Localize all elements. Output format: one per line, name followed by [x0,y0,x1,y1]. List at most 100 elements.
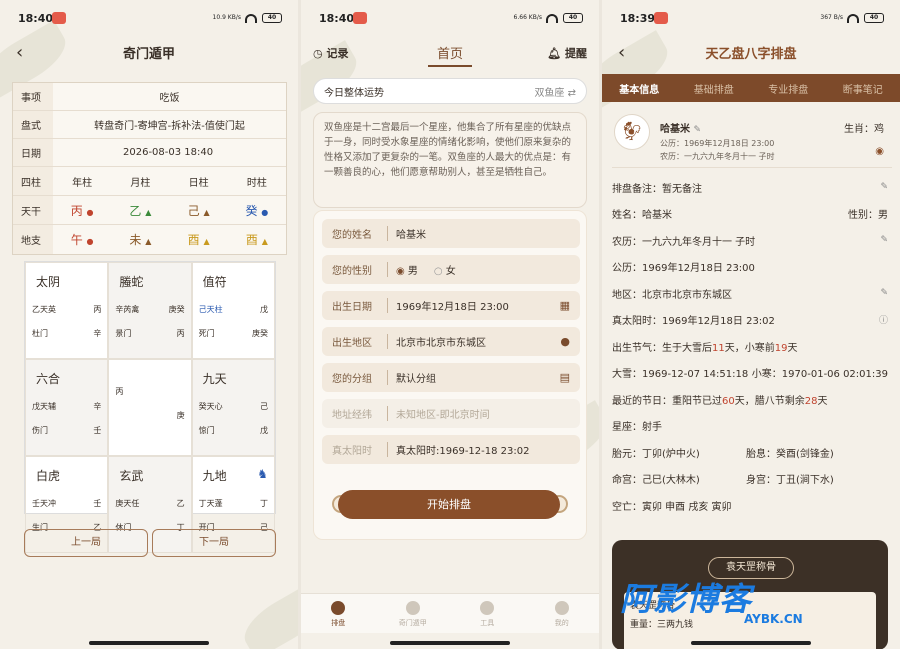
list-item: 农历：一九六九年冬月十一 子时 ✎ [612,227,892,254]
eye-icon[interactable]: ◉ [875,146,884,157]
palace-stem: 辛 [93,402,102,411]
tiangan-cell: 己 ▲ [170,202,228,219]
nav-tools[interactable]: 工具 [450,594,525,633]
palace-door: 惊门 [198,426,215,435]
daxue-row: 大雪：1969-12-07 14:51:18 [612,369,749,381]
solar-row: 真太阳时：1969年12月18日 23:02 [612,316,775,328]
term-days: 19 [774,342,788,354]
dizhi-cell: 午 ● [53,231,111,248]
row-key: 日期 [13,139,53,166]
next-button[interactable]: 下一局 [152,529,276,557]
home-indicator[interactable] [89,641,209,645]
wifi-icon [245,13,257,23]
nav-paipan[interactable]: 排盘 [301,594,376,633]
clock: 18:40 [18,11,54,25]
name-row: 姓名：哈基米 [612,210,672,222]
male-radio[interactable]: ◉ [396,266,405,277]
metal-icon: ▲ [203,237,210,246]
nav-me[interactable]: 我的 [525,594,600,633]
name-input[interactable]: 哈基米 [396,226,570,241]
edit-icon[interactable]: ✎ [693,125,701,135]
edit-icon[interactable]: ✎ [880,182,888,192]
row-value: 2026-08-03 18:40 [123,147,214,158]
place-input[interactable]: 北京市北京市东城区 [396,334,560,349]
home-indicator[interactable] [691,641,811,645]
palace-cell-center[interactable]: 丙 庚 [108,359,192,456]
birth-input[interactable]: 1969年12月18日 23:00 [396,298,560,313]
area-row: 地区：北京市北京市东城区 [612,289,732,301]
nav-qimen[interactable]: 奇门遁甲 [376,594,451,633]
bottom-nav: 排盘 奇门遁甲 工具 我的 [301,593,599,633]
palace-cell[interactable]: 九天 癸天心 己 惊门 戊 [191,359,275,456]
start-chart-button[interactable]: 开始排盘 [338,490,560,519]
lunar-line: 农历：一九六九年冬月十一 子时 [660,152,775,161]
palace-star: 丁天蓬 [198,499,223,508]
palace-stem: 戊 [260,426,268,435]
group-field[interactable]: 您的分组 默认分组 ▤ [322,363,580,392]
calendar-icon[interactable]: ▦ [560,299,570,312]
palace-door: 景门 [115,329,132,338]
records-button[interactable]: ◷ 记录 [313,45,348,61]
term-text: 天，小寒前 [724,342,775,354]
list-item: 星座：射手 [612,413,892,440]
tiangan-row: 天干 丙 ● 乙 ▲ 己 ▲ 癸 ● [13,196,286,225]
palace-god: 九地 [202,469,227,483]
place-field[interactable]: 出生地区 北京市北京市东城区 ● [322,327,580,356]
list-item: 真太阳时：1969年12月18日 23:02 ⓘ [612,307,892,334]
palace-cell[interactable]: 螣蛇 辛芮禽 庚癸 景门 丙 [108,262,192,359]
app-badge-icon [654,12,668,24]
tab-pro-chart[interactable]: 专业排盘 [751,81,826,96]
back-icon[interactable]: ‹ [618,42,625,63]
watermark: 阿影博客 AYBK.CN [620,574,820,634]
home-indicator[interactable] [390,641,510,645]
list-icon[interactable]: ▤ [560,371,570,384]
female-radio[interactable]: ○ [434,266,443,277]
fest-text: 天 [817,395,828,407]
palace-cell[interactable]: 值符 己天柱 戊 死门 庚癸 [191,262,275,359]
field-label: 地址经纬 [332,406,388,421]
metal-icon: ▲ [261,237,268,246]
prev-button[interactable]: 上一局 [24,529,148,557]
palace-door: 死门 [198,329,215,338]
festival-row: 最近的节日：重阳节已过60天，腊八节剩余28天 [612,392,827,407]
lnglat-value: 未知地区-即北京时间 [396,410,490,421]
palace-cell[interactable]: 六合 戊天辅 辛 伤门 壬 [25,359,109,456]
tab-basic-chart[interactable]: 基础排盘 [677,81,752,96]
pagination: 上一局 下一局 [24,529,276,557]
water-icon: ● [261,207,269,217]
remind-button[interactable]: 🔔︎ 提醒 [547,45,587,61]
fire-icon: ● [86,207,94,217]
page-title: 奇门遁甲 [122,46,175,62]
list-item: 胎元：丁卯(炉中火) 胎息：癸酉(剑锋金) [612,439,892,466]
profile-name-text: 哈基米 [660,124,690,135]
taixi-row: 胎息：癸酉(剑锋金) [746,448,834,460]
palace-stem: 庚癸 [252,329,268,338]
tab-notes[interactable]: 断事笔记 [826,81,900,96]
back-icon[interactable]: ‹ [16,42,23,63]
location-pin-icon[interactable]: ● [560,335,570,348]
edit-icon[interactable]: ✎ [880,235,888,245]
status-bar: 18:40 6.66 KB/s 40 [319,8,583,28]
sign-switch[interactable]: 双鱼座 ⇄ [534,84,576,99]
list-item: 出生节气：生于大雪后11天，小寒前19天 [612,333,892,360]
gregorian-line: 公历：1969年12月18日 23:00 [660,139,775,148]
palace-god: 白虎 [36,469,61,483]
palace-star: 癸天心 [198,402,223,411]
palace-cell[interactable]: 太阴 乙天英 丙 杜门 辛 [25,262,109,359]
field-label: 出生地区 [332,334,388,349]
group-select[interactable]: 默认分组 [396,370,560,385]
tab-basic-info[interactable]: 基本信息 [602,81,677,96]
status-bar: 18:40 10.9 KB/s 40 [18,8,282,28]
palace-stem: 庚癸 [168,305,185,314]
name-field[interactable]: 您的姓名 哈基米 [322,219,580,248]
fortune-bar[interactable]: 今日整体运势 双鱼座 ⇄ [313,78,587,104]
help-icon[interactable]: ⓘ [879,313,888,326]
stem-text: 乙 [129,203,142,218]
xiaohan-row: 小寒：1970-01-06 02:01:39 [751,369,888,381]
tab-home[interactable]: 首页 [428,43,472,67]
fire-icon: ● [86,237,94,246]
gregorian-row: 公历：1969年12月18日 23:00 [612,263,755,275]
birth-field[interactable]: 出生日期 1969年12月18日 23:00 ▦ [322,291,580,320]
edit-icon[interactable]: ✎ [880,288,888,298]
field-label: 出生日期 [332,298,388,313]
